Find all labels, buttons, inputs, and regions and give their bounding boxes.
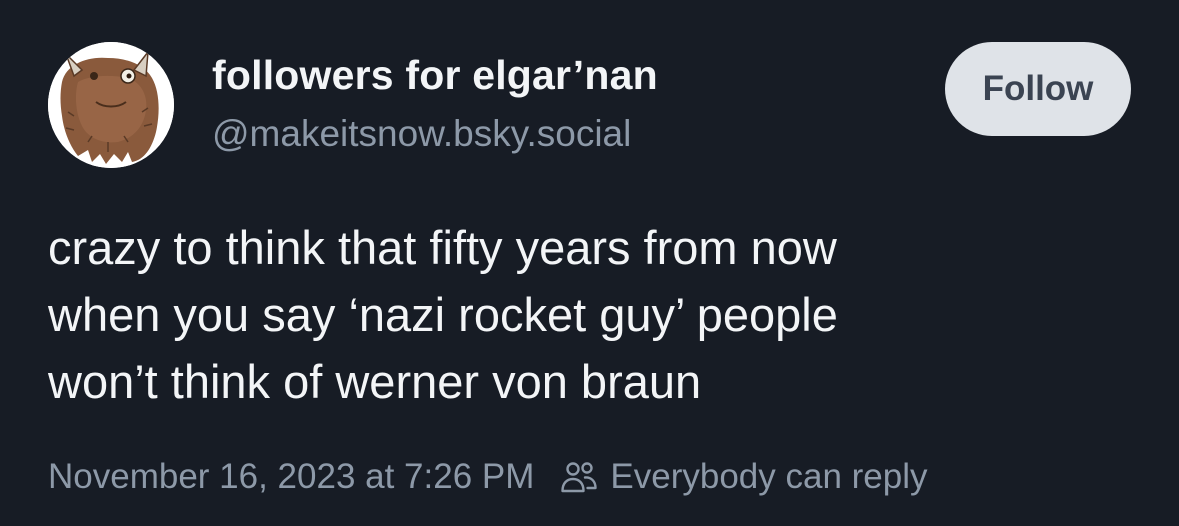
post-text: crazy to think that fifty years from now…: [48, 214, 1138, 415]
post-text-line: when you say ‘nazi rocket guy’ people: [48, 288, 838, 341]
author-display-name[interactable]: followers for elgar’nan: [212, 52, 658, 99]
follow-button[interactable]: Follow: [945, 42, 1131, 136]
creature-avatar-icon: [48, 42, 174, 168]
people-icon: [560, 460, 598, 494]
post-text-line: won’t think of werner von braun: [48, 355, 702, 408]
reply-setting-label[interactable]: Everybody can reply: [610, 457, 927, 497]
post-meta: November 16, 2023 at 7:26 PM Everybody c…: [48, 452, 928, 502]
post-timestamp[interactable]: November 16, 2023 at 7:26 PM: [48, 457, 534, 497]
post-text-line: crazy to think that fifty years from now: [48, 221, 837, 274]
post-card: followers for elgar’nan @makeitsnow.bsky…: [0, 0, 1179, 526]
author-avatar[interactable]: [48, 42, 174, 168]
author-handle[interactable]: @makeitsnow.bsky.social: [212, 113, 631, 155]
